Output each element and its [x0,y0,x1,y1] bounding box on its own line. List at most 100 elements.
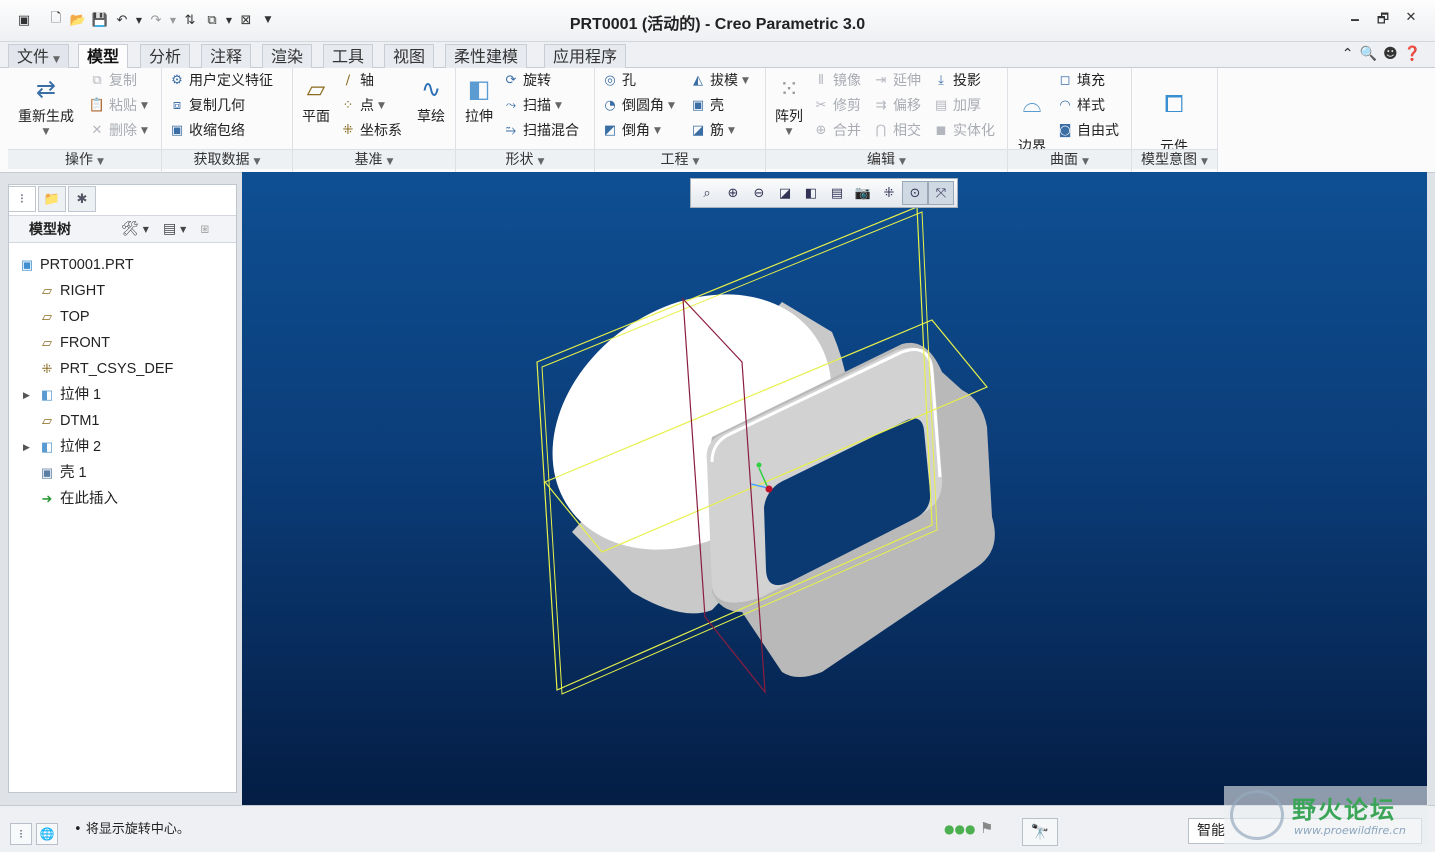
repaint-icon[interactable]: ◪ [772,181,798,205]
group-label-engineering[interactable]: 工程 ▼ [595,149,765,169]
zoom-in-icon[interactable]: ⊕ [720,181,746,205]
group-label-datum[interactable]: 基准 ▼ [293,149,455,169]
copy-button[interactable]: ⧉ 复制 [88,70,137,92]
axis-button[interactable]: ∕ 轴 [339,70,374,92]
tree-node[interactable]: ▱ RIGHT [9,278,236,304]
draft-button[interactable]: ◭ 拔模 ▼ [689,70,749,92]
hole-button[interactable]: ◎ 孔 [601,70,636,92]
delete-button[interactable]: ✕ 删除 ▼ [88,120,148,142]
solidify-button[interactable]: ◼ 实体化 [932,120,995,142]
show-icon[interactable]: ▤ [163,221,176,237]
tree-node[interactable]: ⁜ PRT_CSYS_DEF [9,356,236,382]
tree-node[interactable]: ▣ PRT0001.PRT [9,252,236,278]
tab-analysis[interactable]: 分析 [140,44,191,68]
revolve-button[interactable]: ⟳ 旋转 [502,70,551,92]
rib-button[interactable]: ◪ 筋 ▼ [689,120,735,142]
udf-button[interactable]: ⚙ 用户定义特征 [168,70,273,92]
group-operations: ⇄ 重新生成 ▼ ⧉ 复制 📋 粘贴 ▼ ✕ 删除 ▼ 操作 ▼ [8,68,162,173]
sweep-button[interactable]: ⤳ 扫描 ▼ [502,95,562,117]
tab-flexible-modeling[interactable]: 柔性建模 [445,44,528,68]
display-style-icon[interactable]: ◧ [798,181,824,205]
flag-icon[interactable]: ⚑ [980,819,993,837]
maximize-icon[interactable]: 🗗 [1369,10,1397,32]
browser-toggle-icon[interactable]: 🌐 [36,823,58,845]
tree-settings-icon[interactable]: 🛠 [121,221,139,237]
tab-file[interactable]: 文件 ▼ [8,44,69,68]
tree-node[interactable]: ▱ DTM1 [9,408,236,434]
offset-button[interactable]: ⇉ 偏移 [872,95,921,117]
tree-node[interactable]: ▶ ◧ 拉伸 2 [9,434,236,460]
tree-node[interactable]: ▶ ◧ 拉伸 1 [9,382,236,408]
tab-model[interactable]: 模型 [78,44,129,69]
trim-button[interactable]: ✂ 修剪 [812,95,861,117]
help-icon[interactable]: ❓ [1404,46,1421,62]
favorites-tab-icon[interactable]: ✱ [68,186,96,212]
group-label-editing[interactable]: 编辑 ▼ [766,149,1007,169]
shell-button[interactable]: ▣ 壳 [689,95,724,117]
expand-arrow-icon[interactable]: ▶ [23,434,30,460]
tab-render[interactable]: 渲染 [262,44,313,68]
navigator-toggle-icon[interactable]: ⁝ [10,823,32,845]
group-engineering: ◎ 孔 ◔ 倒圆角 ▼ ◩ 倒角 ▼ ◭ 拔模 ▼ ▣ 壳 ◪ 筋 ▼ 工程 ▼ [595,68,766,173]
plane-button[interactable]: ▱ 平面 [297,72,335,125]
extrude-button[interactable]: ◧ 拉伸 [460,72,498,125]
close-icon[interactable]: ✕ [1397,10,1425,32]
model-tree-tab-icon[interactable]: ⁝ [8,186,36,212]
project-button[interactable]: ⤓ 投影 [932,70,981,92]
shrinkwrap-button[interactable]: ▣ 收缩包络 [168,120,245,142]
community-icon[interactable]: ☻ [1383,46,1398,62]
tab-view[interactable]: 视图 [384,44,435,68]
chamfer-button[interactable]: ◩ 倒角 ▼ [601,120,661,142]
thicken-button[interactable]: ▤ 加厚 [932,95,981,117]
group-label-model-intent[interactable]: 模型意图 ▼ [1132,149,1217,169]
swept-blend-button[interactable]: ⥲ 扫描混合 [502,120,579,142]
intersect-button[interactable]: ⋂ 相交 [872,120,921,142]
tab-applications[interactable]: 应用程序 [544,44,627,68]
show-dropdown-icon[interactable]: ▼ [180,225,186,234]
group-label-surfaces[interactable]: 曲面 ▼ [1008,149,1131,169]
tree-node[interactable]: ▱ FRONT [9,330,236,356]
folder-browser-tab-icon[interactable]: 📁 [38,186,66,212]
paste-button[interactable]: 📋 粘贴 ▼ [88,95,148,117]
minimize-ribbon-icon[interactable]: ⌃ [1342,46,1354,62]
annotation-display-icon[interactable]: ⤧ [928,181,954,205]
search-icon[interactable]: 🔍 [1360,46,1377,62]
merge-button[interactable]: ⊕ 合并 [812,120,861,142]
csys-button[interactable]: ⁜ 坐标系 [339,120,402,142]
ribbon-tabs: 文件 ▼ 模型 分析 注释 渲染 工具 视图 柔性建模 应用程序 ⌃ 🔍 ☻ ❓ [0,42,1435,69]
sketch-button[interactable]: ∿ 草绘 [411,72,451,125]
mirror-button[interactable]: ⫴ 镜像 [812,70,861,92]
copy-geometry-button[interactable]: ⧈ 复制几何 [168,95,245,117]
style-button[interactable]: ◠ 样式 [1056,95,1105,117]
find-binoculars-icon[interactable]: 🔭 [1022,818,1058,846]
tree-node[interactable]: ➜ 在此插入 [9,486,236,512]
minimize-icon[interactable]: 🗕 [1341,10,1369,32]
tree-node[interactable]: ▣ 壳 1 [9,460,236,486]
point-button[interactable]: ⁘ 点 ▼ [339,95,385,117]
group-label-shapes[interactable]: 形状 ▼ [456,149,594,169]
group-surfaces: ⌓ 边界 混合 ◻填充 ◠样式 ◙自由式 曲面▼ [1008,68,1132,173]
saved-orientations-icon[interactable]: ▤ [824,181,850,205]
tab-tools[interactable]: 工具 [323,44,374,68]
tree-node[interactable]: ▱ TOP [9,304,236,330]
tree-filter-icon[interactable]: ⧆ [200,221,209,237]
window-controls: 🗕 🗗 ✕ [1341,10,1425,32]
expand-arrow-icon[interactable]: ▶ [23,382,30,408]
refit-icon[interactable]: ⌕ [694,181,720,205]
tab-annotate[interactable]: 注释 [201,44,252,68]
freestyle-button[interactable]: ◙ 自由式 [1056,120,1119,142]
tree-settings-dropdown-icon[interactable]: ▼ [143,225,149,234]
fill-button[interactable]: ◻ 填充 [1056,70,1105,92]
round-button[interactable]: ◔ 倒圆角 ▼ [601,95,675,117]
extend-button[interactable]: ⇥ 延伸 [872,70,921,92]
pattern-button[interactable]: ⁙ 阵列 ▼ [770,72,808,140]
graphics-window[interactable]: ⌕ ⊕ ⊖ ◪ ◧ ▤ 📷 ⁜ ⊙ ⤧ [242,172,1427,805]
view-manager-icon[interactable]: 📷 [850,181,876,205]
group-label-get-data[interactable]: 获取数据 ▼ [162,149,292,169]
datum-display-icon[interactable]: ⁜ [876,181,902,205]
group-label-operations[interactable]: 操作 ▼ [8,149,161,169]
spin-center-icon[interactable]: ⊙ [902,181,928,205]
extrude-icon: ◧ [467,74,491,103]
zoom-out-icon[interactable]: ⊖ [746,181,772,205]
regenerate-button[interactable]: ⇄ 重新生成 ▼ [14,72,78,140]
